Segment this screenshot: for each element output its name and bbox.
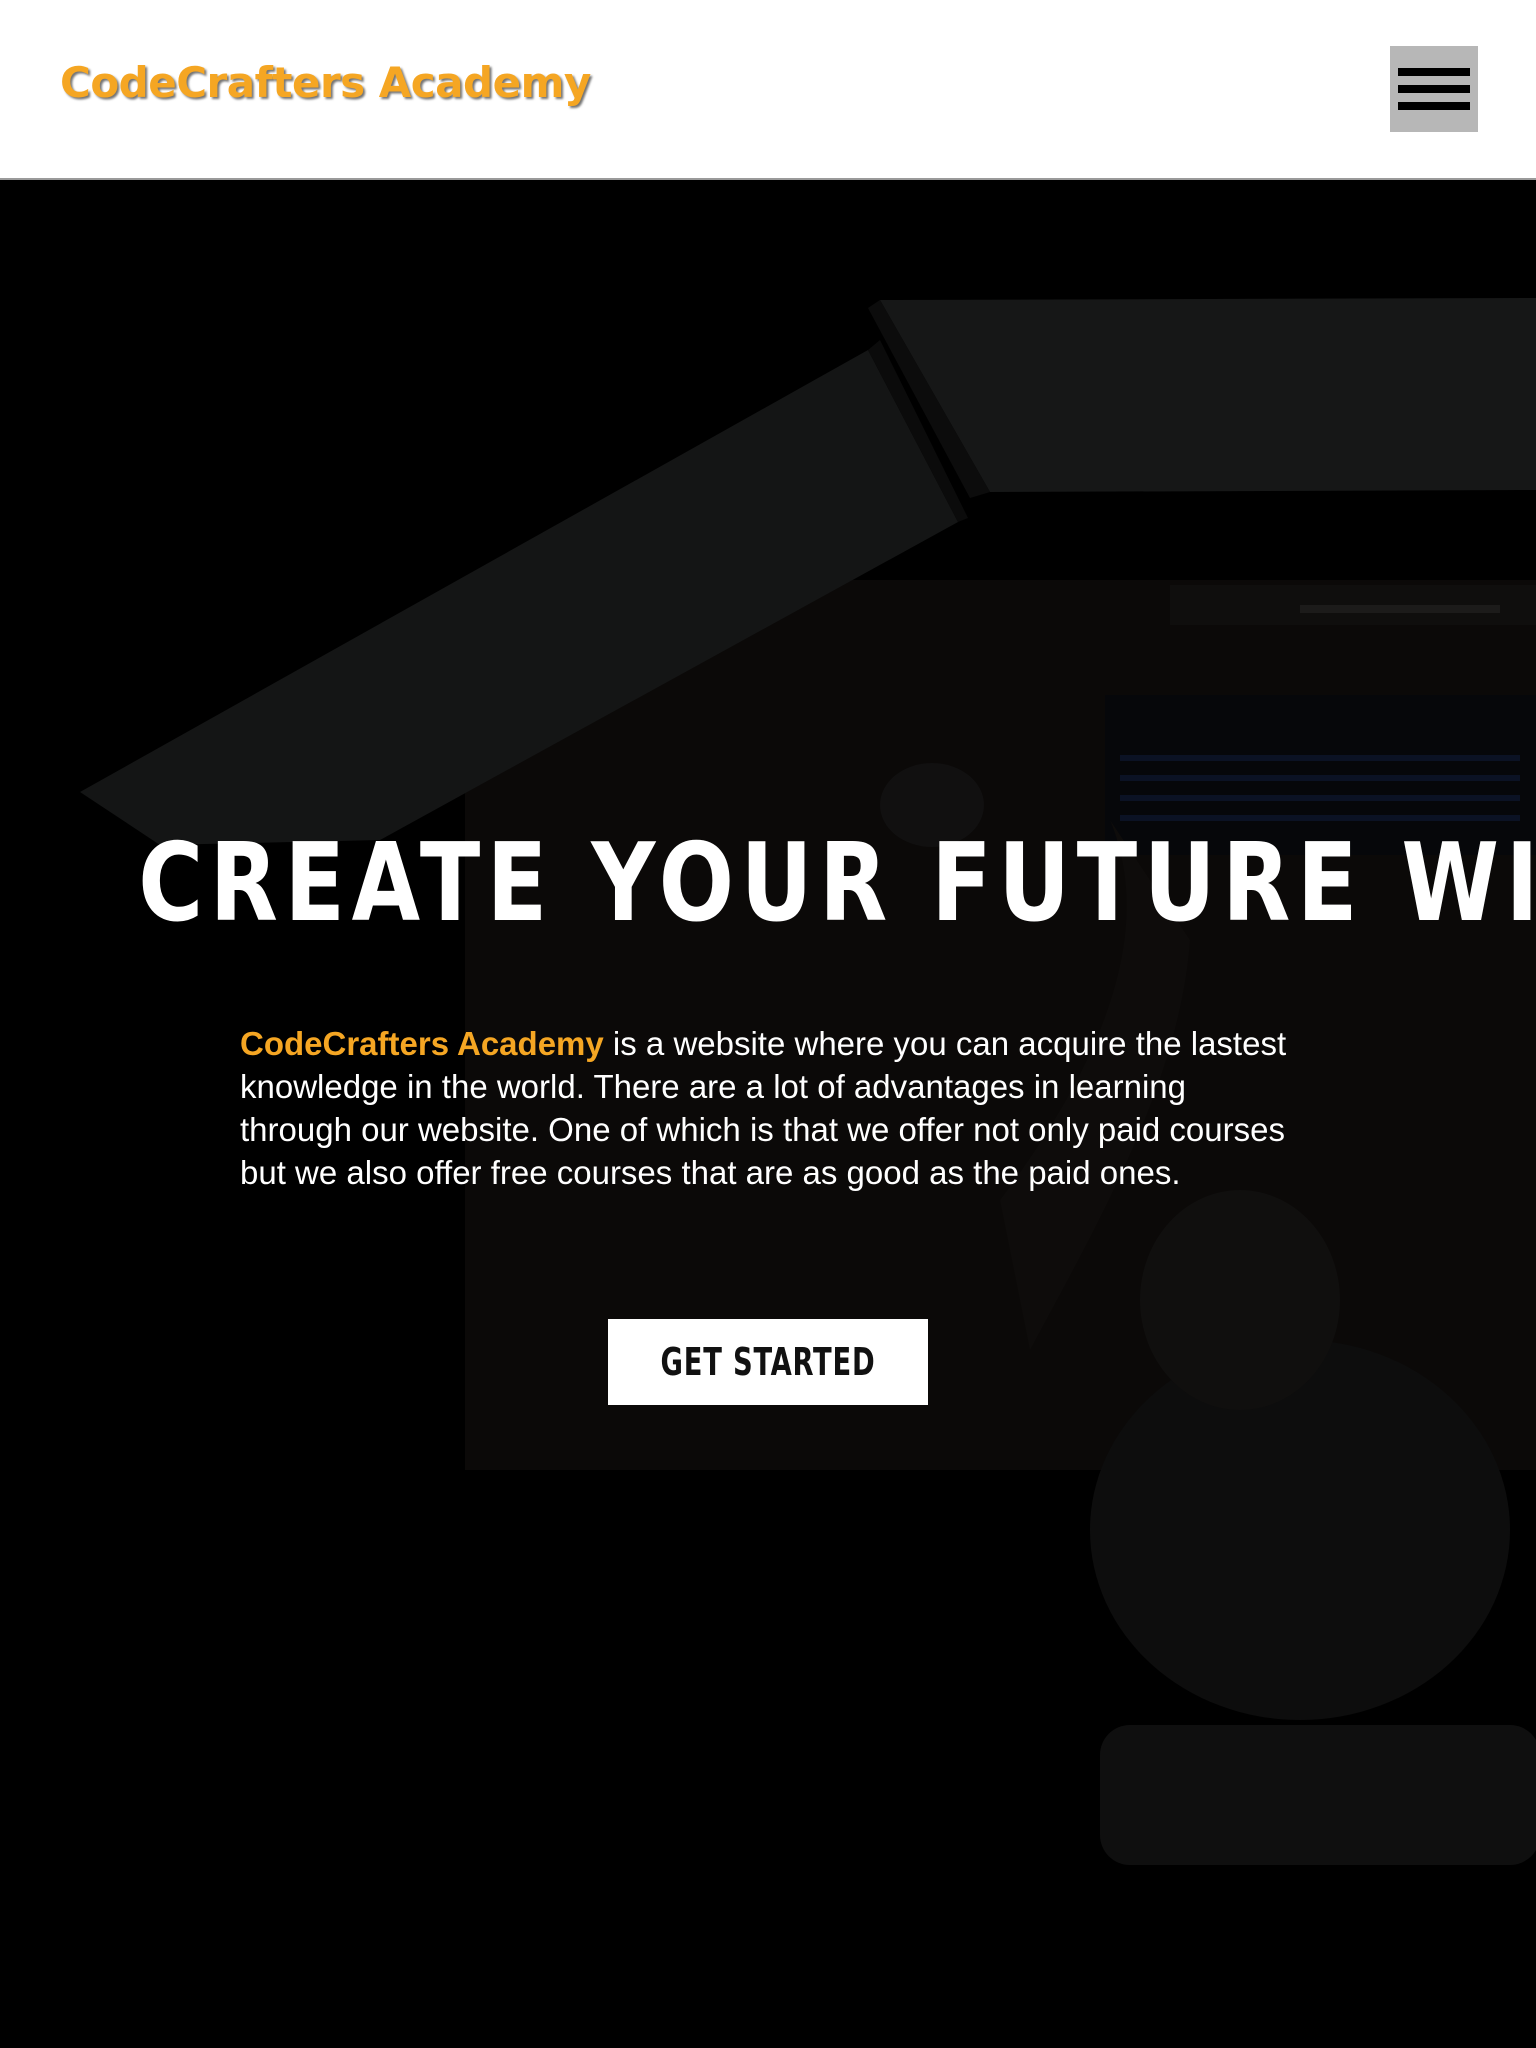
hero-description-brand: CodeCrafters Academy xyxy=(240,1025,604,1062)
hero-description: CodeCrafters Academy is a website where … xyxy=(240,1022,1300,1194)
page: CodeCrafters Academy CREATE YOUR FUTURE … xyxy=(0,0,1536,2048)
site-logo[interactable]: CodeCrafters Academy xyxy=(60,62,591,104)
hero-section: CREATE YOUR FUTURE WITH US CodeCrafters … xyxy=(0,180,1536,2048)
get-started-label: GET STARTED xyxy=(660,1340,876,1384)
hero-title: CREATE YOUR FUTURE WITH US xyxy=(138,821,1536,946)
hamburger-menu-button[interactable] xyxy=(1390,46,1478,132)
site-header: CodeCrafters Academy xyxy=(0,0,1536,180)
get-started-button[interactable]: GET STARTED xyxy=(608,1319,928,1405)
